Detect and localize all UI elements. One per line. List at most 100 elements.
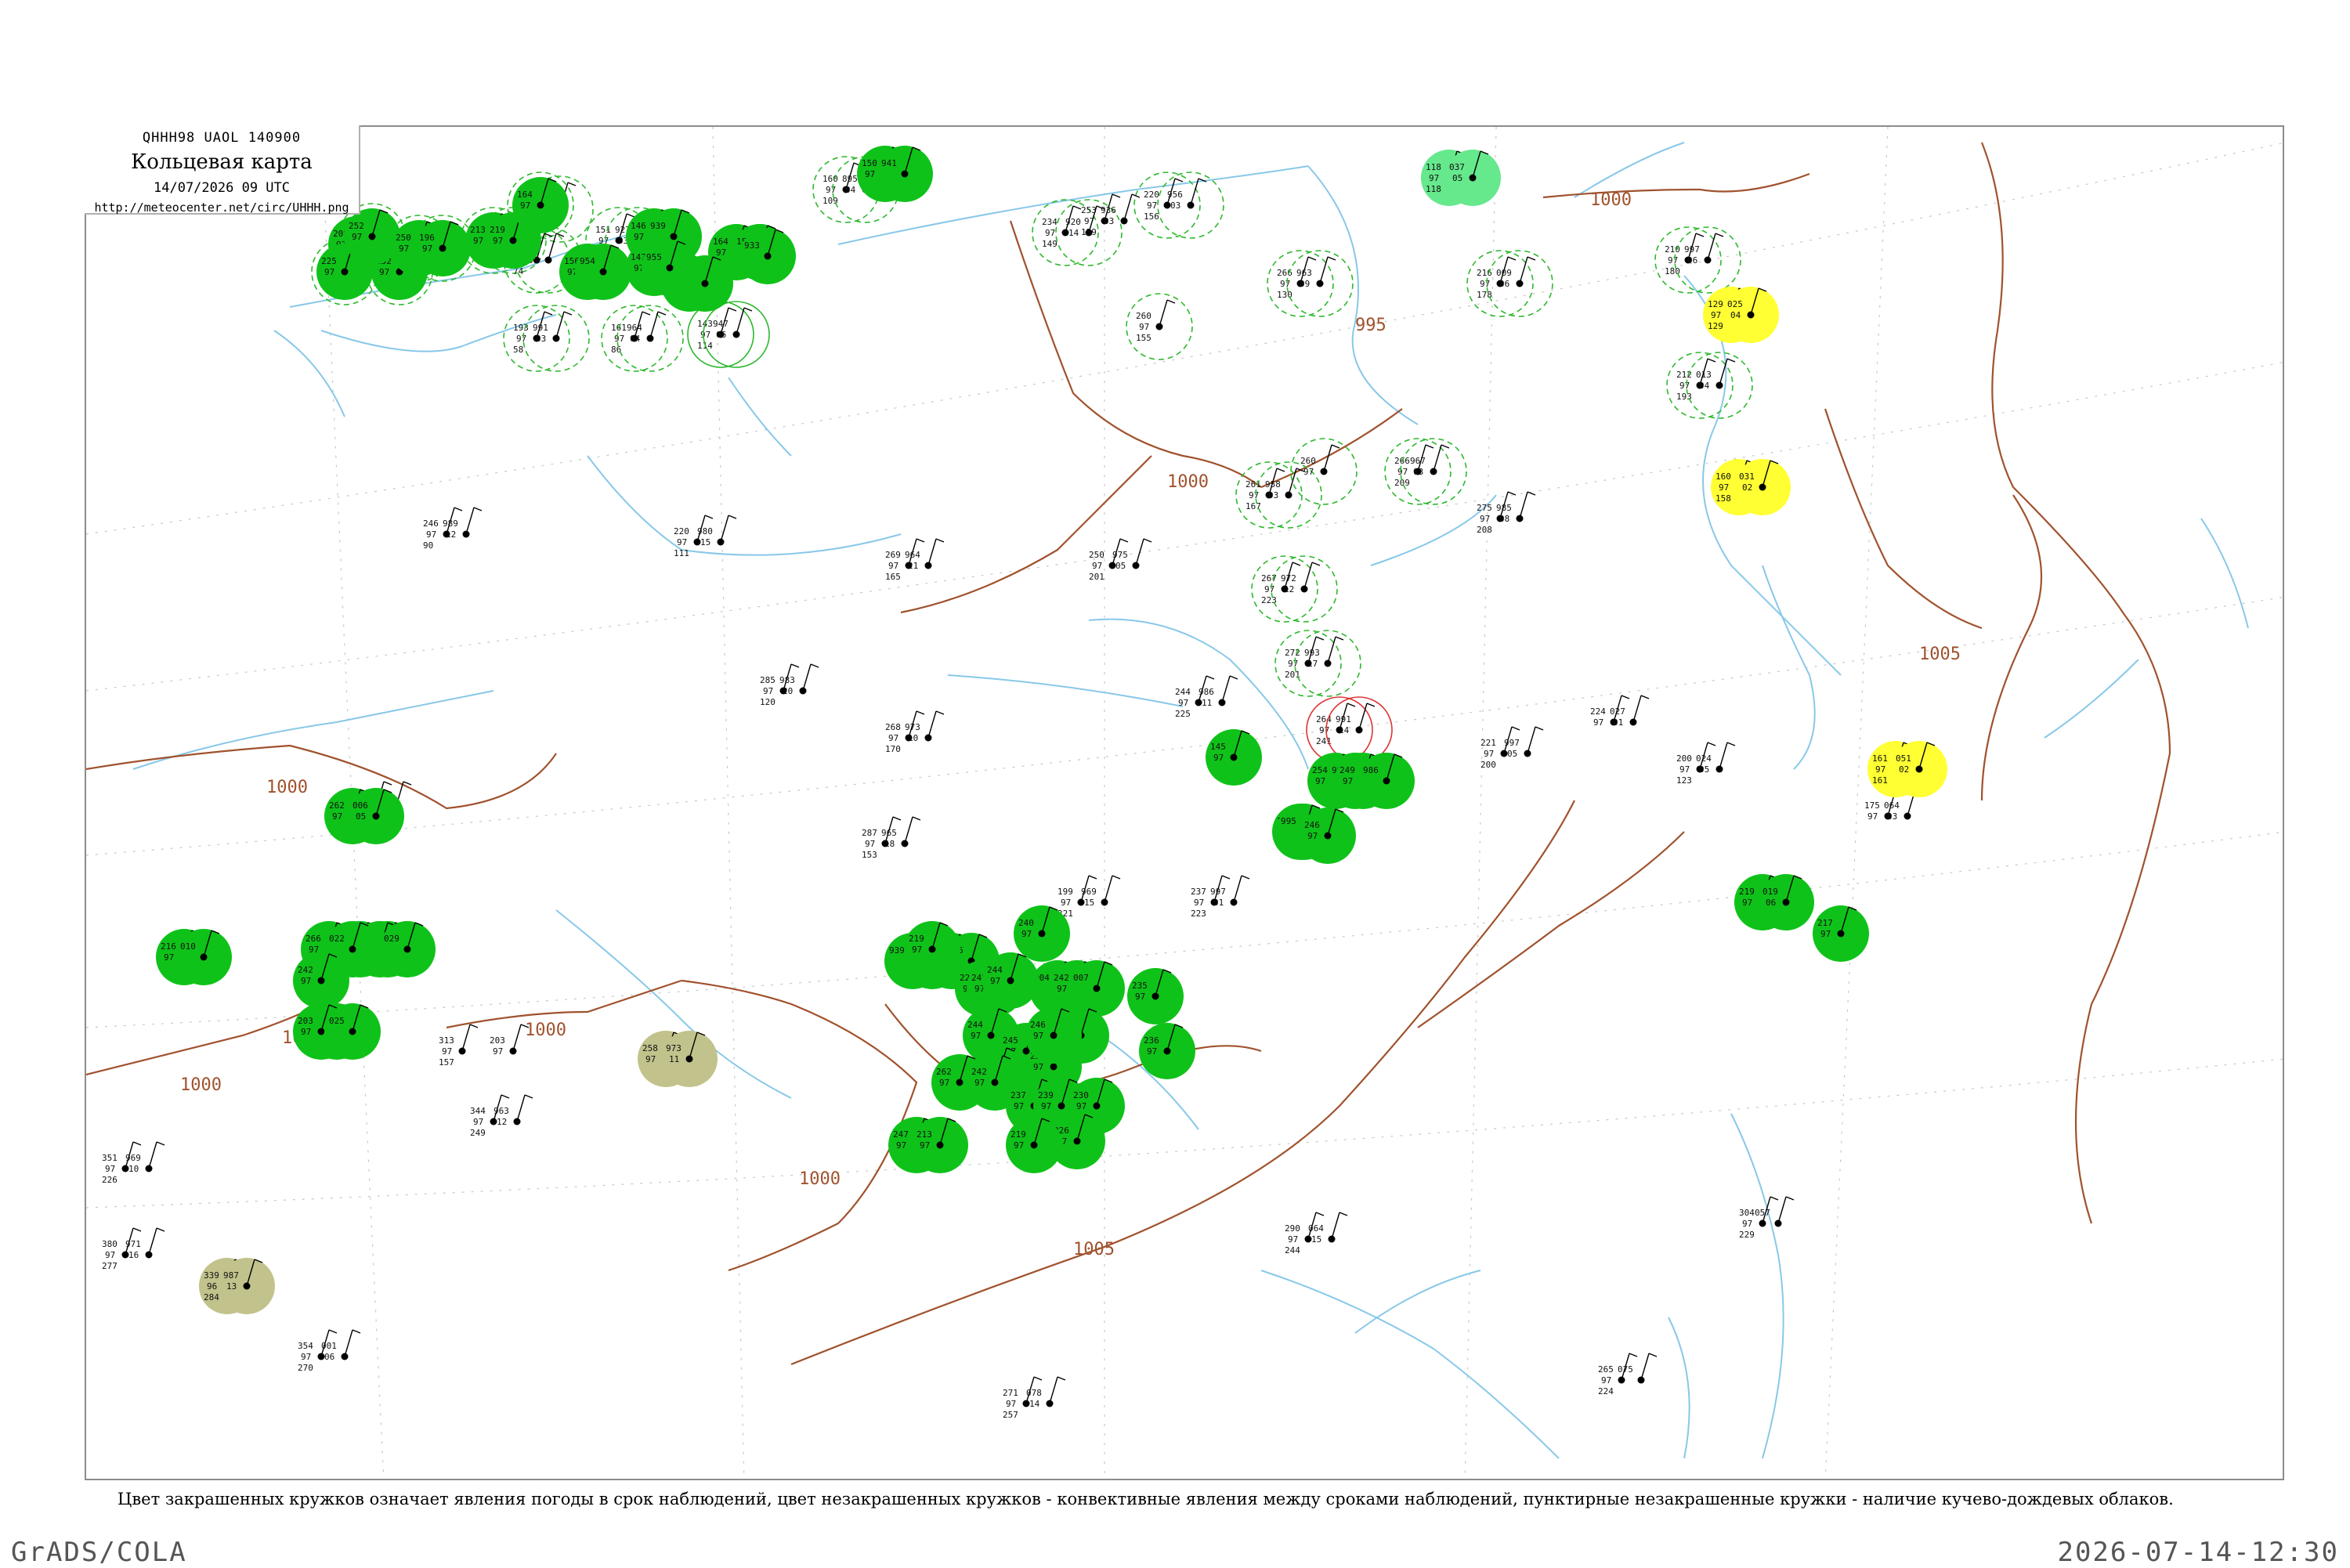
station-pressure: 963 — [1296, 268, 1312, 278]
station-plot: 941 — [877, 146, 933, 202]
station-dewpoint: 270 — [298, 1363, 313, 1373]
station-pressure: 025 — [329, 1016, 345, 1026]
station-temperature: 97 — [1084, 216, 1094, 226]
station-pressure: 010 — [180, 941, 196, 952]
station-temperature: 97 — [1742, 898, 1752, 908]
station-pressure: 958 — [1265, 479, 1281, 490]
station-temperature: 18 — [884, 839, 895, 849]
station-temperature: 97 — [1147, 201, 1157, 211]
station-pressure: 936 — [1101, 205, 1116, 215]
station-pressure: 242 — [971, 1067, 987, 1077]
station-temperature: 05 — [356, 811, 366, 822]
wind-barb — [1221, 675, 1231, 703]
isobar-label: 1005 — [1919, 645, 1961, 664]
station-dewpoint: 165 — [885, 572, 901, 582]
wind-barb — [1777, 1196, 1787, 1224]
station-pressure: 268 — [885, 722, 901, 732]
station-plot: 025 — [324, 1003, 381, 1060]
station-pressure: 027 — [1610, 706, 1625, 717]
station-temperature: 97 — [1178, 698, 1188, 708]
map-title: Кольцевая карта — [131, 150, 313, 174]
station-temperature: 97 — [990, 976, 1000, 986]
wind-barb-feather — [1057, 1376, 1066, 1381]
wind-barb — [1519, 491, 1528, 519]
station-temperature: 05 — [1115, 561, 1126, 571]
station-plot: 00605 — [348, 788, 404, 844]
station-pressure: 019 — [1762, 887, 1778, 897]
station-plot: 2469790 — [423, 507, 463, 551]
station-dewpoint: 120 — [760, 697, 776, 707]
station-temperature: 05 — [1507, 749, 1517, 759]
station-temperature: 04 — [1699, 381, 1710, 391]
station-pressure: 250 — [1089, 550, 1104, 560]
station-pressure: 203 — [490, 1035, 505, 1046]
station-pressure: 285 — [760, 675, 776, 685]
river — [1307, 165, 1419, 425]
station-temperature: 97 — [1429, 173, 1439, 183]
wind-barb-feather — [1292, 562, 1301, 566]
station-temperature: 97 — [1045, 228, 1055, 238]
wind-barb — [1719, 742, 1728, 770]
grid-line — [86, 1058, 2283, 1209]
station-temperature: 97 — [974, 1078, 985, 1088]
station-pressure: 051 — [1896, 753, 1911, 764]
station-plot: 02504 — [1723, 287, 1779, 343]
station-plot: 21797 — [1813, 905, 1869, 962]
wind-barb-feather — [501, 1094, 510, 1099]
station-pressure: 290 — [1285, 1223, 1300, 1234]
station-pressure: 260 — [1136, 311, 1152, 321]
wind-barb-feather — [1707, 742, 1716, 746]
wind-barb-feather — [728, 307, 737, 312]
station-pressure: 939 — [650, 221, 666, 231]
wind-barb — [1123, 193, 1133, 222]
station-plot: 03102 — [1734, 459, 1791, 515]
station-dewpoint: 284 — [204, 1292, 219, 1302]
isobar-label: 995 — [1355, 316, 1386, 335]
station-pressure: 993 — [1304, 648, 1320, 658]
wind-barb-feather — [156, 1227, 165, 1232]
station-plot: 26097155 — [1126, 293, 1193, 360]
wind-barb-feather — [1707, 358, 1716, 363]
station-pressure: 995 — [1281, 816, 1296, 826]
station-pressure: 164 — [713, 237, 728, 247]
station-temperature: 97 — [865, 169, 875, 179]
station-pressure: 118 — [1426, 162, 1441, 172]
station-temperature: 97 — [1484, 749, 1494, 759]
station-pressure: 986 — [1198, 687, 1214, 697]
station-pressure: 895 — [842, 174, 858, 184]
station-plot: 955 — [642, 240, 698, 296]
station-temperature: 97 — [1213, 753, 1224, 763]
station-pressure: 175 — [1864, 800, 1880, 811]
station-temperature: 97 — [516, 334, 526, 344]
station-temperature: 97 — [1061, 898, 1071, 908]
station-temperature: 97 — [1076, 1101, 1086, 1111]
station-pressure: 196 — [419, 233, 435, 243]
river — [132, 690, 494, 770]
station-temperature: 20 — [783, 686, 793, 696]
wind-barb-feather — [1785, 1196, 1795, 1201]
station-dewpoint: 249 — [470, 1128, 486, 1138]
station-temperature: 97 — [865, 839, 875, 849]
wind-barb — [344, 1329, 353, 1357]
grid-line — [86, 597, 2283, 856]
wind-barb-feather — [328, 1329, 338, 1334]
station-pressure: 009 — [1496, 268, 1512, 278]
river — [728, 377, 792, 457]
station-temperature: 97 — [493, 236, 503, 246]
station-temperature: 97 — [426, 529, 436, 540]
station-dewpoint: 170 — [885, 744, 901, 754]
station-temperature: 97 — [700, 330, 710, 340]
station-pressure: 262 — [936, 1067, 952, 1077]
station-temperature: 97 — [352, 232, 362, 242]
station-pressure: 220 — [674, 526, 689, 537]
station-dewpoint: 277 — [102, 1261, 118, 1271]
station-pressure: 235 — [1132, 981, 1148, 991]
wind-barb-feather — [1315, 636, 1325, 641]
station-pressure: 254 — [1312, 765, 1328, 775]
station-pressure: 240 — [1018, 918, 1034, 928]
station-temperature: 96 — [207, 1281, 217, 1292]
station-dewpoint: 223 — [1191, 909, 1206, 919]
station-temperature: 03 — [1170, 201, 1180, 211]
wind-barb-feather — [1507, 256, 1517, 261]
station-dewpoint: 161 — [1872, 775, 1888, 786]
